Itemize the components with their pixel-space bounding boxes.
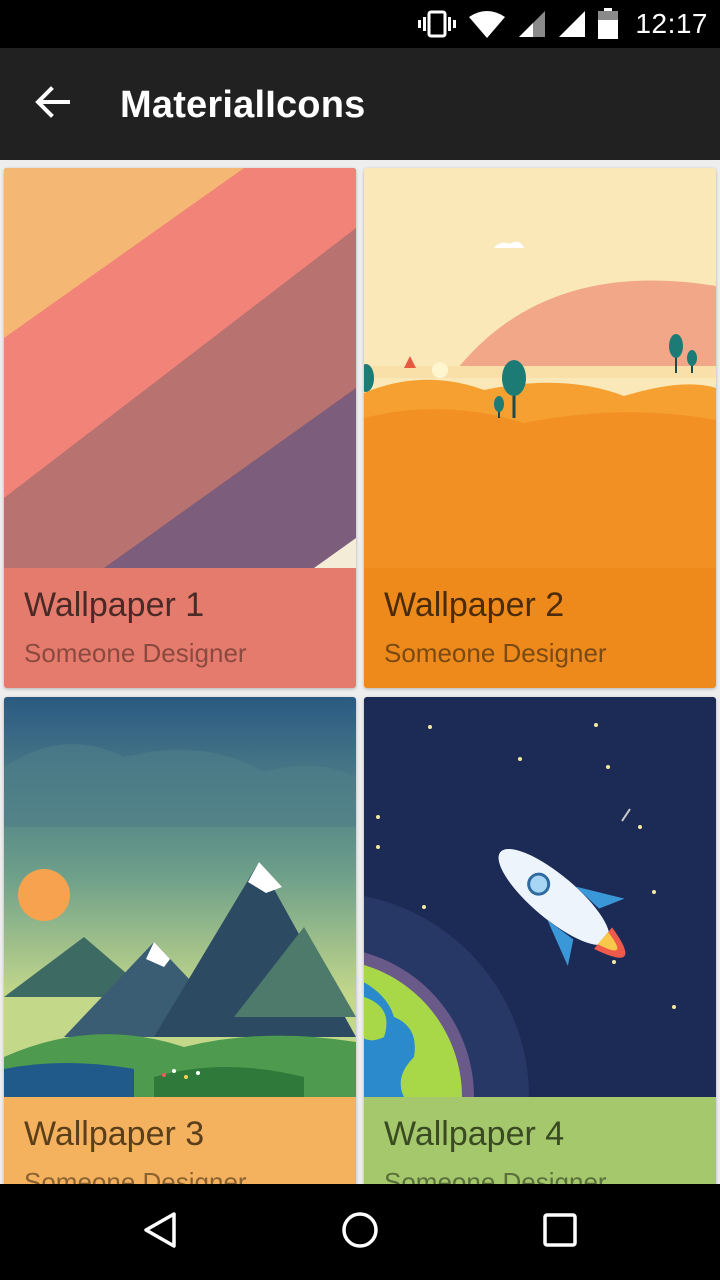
back-button[interactable]	[24, 76, 80, 132]
signal-icon-2	[557, 9, 587, 39]
home-circle-icon	[340, 1210, 380, 1255]
card-title: Wallpaper 3	[24, 1115, 205, 1153]
arrow-back-icon	[34, 85, 70, 123]
wallpaper-image-1	[4, 168, 356, 568]
status-icons: 12:17	[417, 6, 708, 42]
card-title: Wallpaper 1	[24, 586, 205, 624]
back-triangle-icon	[140, 1210, 180, 1255]
card-title: Wallpaper 4	[384, 1115, 565, 1153]
nav-home-button[interactable]	[330, 1202, 390, 1262]
wallpaper-card-4[interactable]: Wallpaper 4 Someone Designer	[364, 697, 716, 1184]
card-title: Wallpaper 2	[384, 586, 565, 624]
card-footer-2: Wallpaper 2 Someone Designer	[364, 568, 716, 688]
nav-recents-button[interactable]	[530, 1202, 590, 1262]
wallpaper-image-4	[364, 697, 716, 1097]
wallpaper-card-1[interactable]: Wallpaper 1 Someone Designer	[4, 168, 356, 688]
card-author: Someone Designer	[384, 638, 607, 668]
card-author: Someone Designer	[384, 1167, 607, 1184]
vibrate-icon	[417, 9, 457, 39]
wallpaper-image-3	[4, 697, 356, 1097]
status-time: 12:17	[635, 8, 708, 39]
navigation-bar	[0, 1184, 720, 1280]
page-title: MaterialIcons	[120, 84, 366, 126]
card-author: Someone Designer	[24, 1167, 247, 1184]
signal-icon	[517, 9, 547, 39]
card-author: Someone Designer	[24, 638, 247, 668]
card-footer-4: Wallpaper 4 Someone Designer	[364, 1097, 716, 1184]
status-bar: 12:17	[0, 0, 720, 48]
app-bar: MaterialIcons	[0, 48, 720, 160]
card-footer-3: Wallpaper 3 Someone Designer	[4, 1097, 356, 1184]
wallpaper-card-3[interactable]: Wallpaper 3 Someone Designer	[4, 697, 356, 1184]
battery-icon	[597, 8, 619, 40]
wallpaper-grid: Wallpaper 1 Someone Designer Wallpaper 2…	[0, 160, 720, 1184]
nav-back-button[interactable]	[130, 1202, 190, 1262]
card-footer-1: Wallpaper 1 Someone Designer	[4, 568, 356, 688]
wallpaper-card-2[interactable]: Wallpaper 2 Someone Designer	[364, 168, 716, 688]
recents-square-icon	[540, 1210, 580, 1255]
wallpaper-image-2	[364, 168, 716, 568]
wifi-icon	[467, 9, 507, 39]
